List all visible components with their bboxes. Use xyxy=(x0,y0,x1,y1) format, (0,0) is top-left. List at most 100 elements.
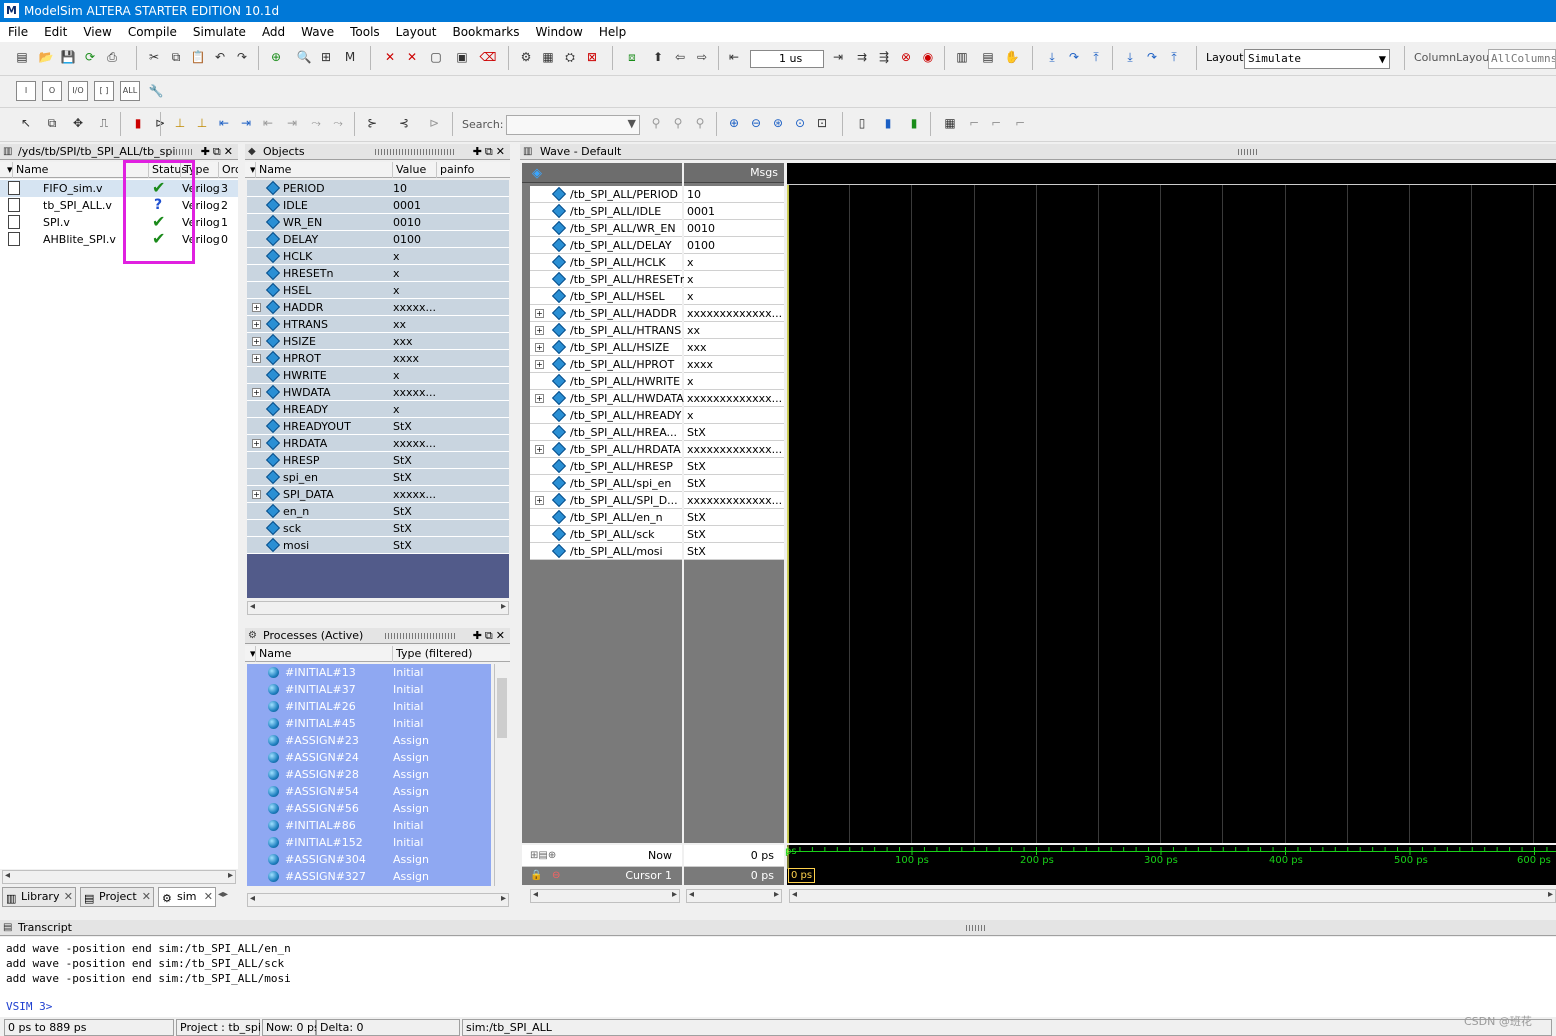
wave-signal-name[interactable]: /tb_SPI_ALL/HRESP xyxy=(530,458,682,475)
search-next-icon[interactable]: ⚲ xyxy=(668,113,688,133)
library-row[interactable]: AHBlite_SPI.v ✔ Verilog 0 xyxy=(0,231,238,248)
up-icon[interactable]: ⬆ xyxy=(648,47,668,67)
menu-bookmarks[interactable]: Bookmarks xyxy=(444,22,527,42)
wave-signal-name[interactable]: /tb_SPI_ALL/HREADY xyxy=(530,407,682,424)
zoom-out-icon[interactable]: ⊖ xyxy=(746,113,766,133)
continue-icon[interactable]: ⇉ xyxy=(852,47,872,67)
library-row[interactable]: FIFO_sim.v ✔ Verilog 3 xyxy=(0,180,238,197)
col-name[interactable]: Name xyxy=(255,646,291,662)
panel-buttons[interactable]: ✚⧉✕ xyxy=(201,144,236,159)
now-icons[interactable]: ⊞▤⊕ xyxy=(530,845,556,867)
object-row[interactable]: + HWDATA xxxxx... xyxy=(247,384,509,401)
wave-signal-name[interactable]: /tb_SPI_ALL/sck xyxy=(530,526,682,543)
collapse-icon[interactable]: ⊰ xyxy=(394,113,414,133)
search-prev-icon[interactable]: ⚲ xyxy=(646,113,666,133)
object-row[interactable]: DELAY 0100 xyxy=(247,231,509,248)
object-row[interactable]: IDLE 0001 xyxy=(247,197,509,214)
expand-icon[interactable]: + xyxy=(252,320,261,329)
object-row[interactable]: + HSIZE xxx xyxy=(247,333,509,350)
object-row[interactable]: en_n StX xyxy=(247,503,509,520)
panel-buttons[interactable]: ✚⧉✕ xyxy=(473,628,508,643)
filter-inout-icon[interactable]: I/O xyxy=(68,81,88,101)
wave-signal-name[interactable]: /tb_SPI_ALL/IDLE xyxy=(530,203,682,220)
expand-icon[interactable]: + xyxy=(535,360,544,369)
timeline[interactable]: ps 100 ps 200 ps 300 ps 400 ps 500 ps 60… xyxy=(785,845,1556,885)
print-icon[interactable]: ⎙ xyxy=(102,47,122,67)
filter-input-icon[interactable]: I xyxy=(16,81,36,101)
tab-project[interactable]: ▤ Project ✕ xyxy=(80,887,154,907)
step-out-icon[interactable]: ⤒ xyxy=(1086,47,1106,67)
panel-buttons[interactable]: ✚⧉✕ xyxy=(473,144,508,159)
performance-icon[interactable]: ▥ xyxy=(952,47,972,67)
refresh-icon[interactable]: ⟳ xyxy=(80,47,100,67)
break-all-icon[interactable]: ✕ xyxy=(402,47,422,67)
process-row[interactable]: #ASSIGN#23 Assign xyxy=(247,732,491,749)
menu-layout[interactable]: Layout xyxy=(388,22,445,42)
col-name[interactable]: Name xyxy=(12,162,48,178)
step-out-current-icon[interactable]: ⤒ xyxy=(1164,47,1184,67)
expand-icon[interactable]: + xyxy=(252,337,261,346)
menu-view[interactable]: View xyxy=(75,22,119,42)
modelsim-icon[interactable]: M xyxy=(340,47,360,67)
simulate-icon[interactable]: ⚙ xyxy=(516,47,536,67)
expand-icon[interactable]: + xyxy=(535,326,544,335)
library-hscroll[interactable] xyxy=(2,870,236,884)
memory-icon[interactable]: ▤ xyxy=(978,47,998,67)
wave-grid-icon[interactable]: ▯ xyxy=(852,113,872,133)
search-input[interactable]: ▼ xyxy=(506,115,640,135)
search-options-icon[interactable]: ⚲ xyxy=(690,113,710,133)
wave-edge-next-icon[interactable]: ⌐ xyxy=(986,113,1006,133)
next-edge-icon[interactable]: ⇥ xyxy=(236,113,256,133)
wave-canvas-hscroll[interactable] xyxy=(789,889,1556,903)
close-icon[interactable]: ✕ xyxy=(204,888,213,906)
remove-cursor-icon[interactable]: ⊖ xyxy=(552,867,560,885)
zoom-full-icon[interactable]: ⊛ xyxy=(768,113,788,133)
object-row[interactable]: mosi StX xyxy=(247,537,509,554)
edit-wave-icon[interactable]: ⎍ xyxy=(94,113,114,133)
wave-layers-icon[interactable]: ◈ xyxy=(532,166,542,181)
wave-signal-name[interactable]: /tb_SPI_ALL/mosi xyxy=(530,543,682,560)
object-row[interactable]: HCLK x xyxy=(247,248,509,265)
wave-signal-name[interactable]: /tb_SPI_ALL/WR_EN xyxy=(530,220,682,237)
object-row[interactable]: HRESP StX xyxy=(247,452,509,469)
redo-icon[interactable]: ↷ xyxy=(232,47,252,67)
process-row[interactable]: #INITIAL#152 Initial xyxy=(247,834,491,851)
col-type[interactable]: Type (filtered) xyxy=(392,646,472,662)
copy-icon[interactable]: ⧉ xyxy=(166,47,186,67)
close-icon[interactable]: ✕ xyxy=(142,888,151,906)
col-value[interactable]: Value xyxy=(392,162,426,178)
expand-icon[interactable]: + xyxy=(252,439,261,448)
undo-icon[interactable]: ↶ xyxy=(210,47,230,67)
add-icon[interactable]: ⊕ xyxy=(266,47,286,67)
transcript-prompt[interactable]: VSIM 3> xyxy=(6,1000,52,1013)
wave-signal-name[interactable]: + /tb_SPI_ALL/HRDATA xyxy=(530,441,682,458)
menu-help[interactable]: Help xyxy=(591,22,634,42)
process-row[interactable]: #INITIAL#86 Initial xyxy=(247,817,491,834)
filter-output-icon[interactable]: O xyxy=(42,81,62,101)
wave-edge-last-icon[interactable]: ⌐ xyxy=(1010,113,1030,133)
wave-signal-name[interactable]: /tb_SPI_ALL/spi_en xyxy=(530,475,682,492)
step-into-icon[interactable]: ⤓ xyxy=(1042,47,1062,67)
step-over-current-icon[interactable]: ↷ xyxy=(1142,47,1162,67)
wave-signal-name[interactable]: + /tb_SPI_ALL/HSIZE xyxy=(530,339,682,356)
sim-break-icon[interactable]: ⛭ xyxy=(560,47,580,67)
process-row[interactable]: #ASSIGN#56 Assign xyxy=(247,800,491,817)
expand-icon[interactable]: + xyxy=(252,490,261,499)
object-row[interactable]: HRESETn x xyxy=(247,265,509,282)
toggle-break-icon[interactable]: ▮ xyxy=(128,113,148,133)
process-row[interactable]: #ASSIGN#24 Assign xyxy=(247,749,491,766)
processes-vscroll[interactable] xyxy=(494,664,509,886)
environment-icon[interactable]: ⧈ xyxy=(622,47,642,67)
find-edge-next-icon[interactable]: ⤳ xyxy=(328,113,348,133)
processes-hscroll[interactable] xyxy=(247,893,509,907)
cut-icon[interactable]: ✂ xyxy=(144,47,164,67)
expand-icon[interactable]: + xyxy=(535,394,544,403)
wave-edge-prev-icon[interactable]: ⌐ xyxy=(964,113,984,133)
zoom-range-icon[interactable]: ⊡ xyxy=(812,113,832,133)
menu-tools[interactable]: Tools xyxy=(342,22,388,42)
tab-library[interactable]: ▥ Library ✕ xyxy=(2,887,76,907)
wave-signal-name[interactable]: + /tb_SPI_ALL/HTRANS xyxy=(530,322,682,339)
hand-icon[interactable]: ✋ xyxy=(1002,47,1022,67)
break-sim-icon[interactable]: ⊗ xyxy=(896,47,916,67)
expand-icon[interactable]: ⊱ xyxy=(362,113,382,133)
